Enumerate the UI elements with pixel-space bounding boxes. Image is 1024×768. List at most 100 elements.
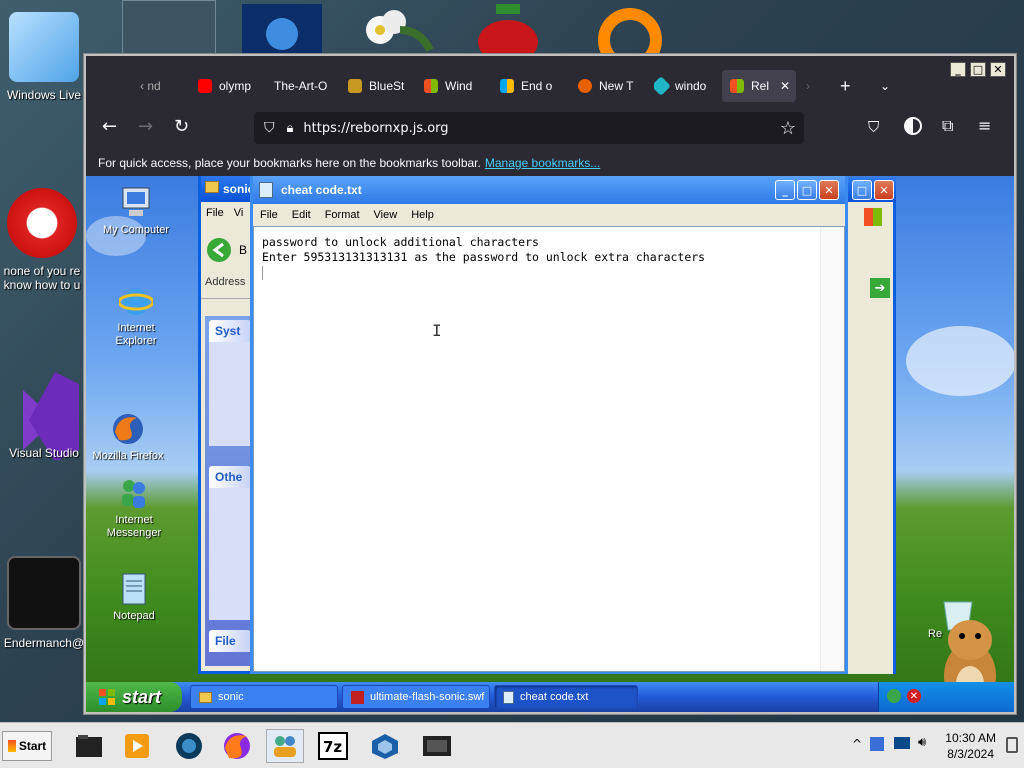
globe-icon[interactable]	[236, 0, 326, 58]
tab-strip: _ □ ✕ ‹ nd olymp The-Art-O BlueSt Wind E…	[86, 56, 1014, 108]
menu-icon[interactable]: ≡	[978, 116, 991, 135]
start-button[interactable]: Start	[2, 731, 52, 761]
menu-help[interactable]: Help	[404, 209, 441, 221]
menu-file[interactable]: File	[253, 209, 285, 221]
tab-8[interactable]: windo	[654, 70, 716, 102]
tab-scroll-right-icon[interactable]: ›	[806, 70, 820, 102]
windows-live-icon[interactable]: Windows Live	[2, 12, 86, 102]
bookmarks-toolbar: For quick access, place your bookmarks h…	[86, 150, 1014, 176]
tab-label: End o	[521, 79, 553, 93]
tab-4[interactable]: BlueSt	[348, 70, 410, 102]
tab-7[interactable]: New T	[578, 70, 636, 102]
internet-explorer-icon[interactable]: Internet Explorer	[96, 284, 176, 348]
tray-expand-icon[interactable]: ^	[852, 737, 862, 751]
notepad-minimize-button[interactable]: _	[775, 180, 795, 200]
go-arrow-icon[interactable]: ➔	[870, 278, 890, 298]
xp-start-button[interactable]: start	[86, 682, 182, 712]
network-tray-icon[interactable]	[870, 737, 884, 751]
menu-edit[interactable]: Edit	[285, 209, 318, 221]
folder-taskbar-icon[interactable]	[70, 729, 108, 763]
display-tray-icon[interactable]	[894, 737, 910, 749]
endermanch-icon[interactable]: Endermanch@	[2, 556, 86, 650]
tab-5[interactable]: Wind	[424, 70, 486, 102]
youtube-icon	[198, 79, 212, 93]
flower-icon[interactable]	[350, 0, 440, 58]
icon-label: none of you re know how to u	[3, 264, 81, 292]
text-caret	[262, 266, 263, 280]
notepad-title-bar[interactable]: cheat code.txt _ □ ✕	[253, 176, 845, 204]
game-icon[interactable]: none of you re know how to u	[2, 188, 82, 292]
menu-file[interactable]: File	[206, 207, 224, 219]
close-button[interactable]: ✕	[990, 62, 1006, 77]
explorer-back-button[interactable]: B	[205, 236, 247, 264]
reload-icon[interactable]: ↻	[174, 116, 189, 137]
7zip-icon[interactable]: 7z	[314, 729, 352, 763]
task-flash[interactable]: ultimate-flash-sonic.swf	[342, 685, 490, 709]
menu-view[interactable]: Vi	[234, 207, 244, 219]
tab-label: windo	[675, 79, 707, 93]
explorer-title-controls: □ ✕	[848, 178, 896, 202]
folder-icon[interactable]	[122, 0, 216, 58]
other-places-header[interactable]: Othe	[209, 466, 251, 488]
account-icon[interactable]	[904, 117, 922, 135]
forward-icon[interactable]: →	[138, 116, 153, 137]
folder-icon	[199, 691, 212, 703]
pocket-icon[interactable]: ⛉	[868, 118, 879, 136]
maximize-button[interactable]: □	[970, 62, 986, 77]
notepad-close-button[interactable]: ✕	[819, 180, 839, 200]
virtualbox-icon[interactable]	[366, 729, 404, 763]
url-bar[interactable]: ⛉ 🔒︎ https://rebornxp.js.org ☆	[254, 112, 804, 144]
notepad-icon[interactable]: Notepad	[94, 572, 174, 623]
mozilla-firefox-icon[interactable]: Mozilla Firefox	[88, 412, 168, 463]
explorer-close-button[interactable]: ✕	[874, 180, 894, 200]
notepad-menu-bar: File Edit Format View Help	[253, 204, 845, 226]
explorer-maximize-button[interactable]: □	[852, 180, 872, 200]
list-tabs-icon[interactable]: ⌄	[880, 70, 896, 102]
media-player-icon[interactable]	[118, 729, 156, 763]
clock[interactable]: 10:30 AM 8/3/2024	[945, 730, 996, 762]
manage-bookmarks-link[interactable]: Manage bookmarks...	[485, 156, 600, 170]
tab-active[interactable]: Rel ✕	[722, 70, 796, 102]
visual-studio-icon[interactable]: Visual Studio	[2, 370, 86, 460]
new-tab-icon[interactable]: +	[840, 70, 858, 102]
tab-1[interactable]: ‹ nd	[140, 70, 180, 102]
firefox-taskbar-icon[interactable]	[218, 729, 256, 763]
ie-icon	[119, 284, 153, 318]
my-computer-icon[interactable]: My Computer	[96, 186, 176, 237]
task-notepad[interactable]: cheat code.txt	[494, 685, 638, 709]
file-tasks-header[interactable]: File	[209, 630, 251, 652]
windows-icon	[424, 79, 438, 93]
notification-icon[interactable]	[1006, 737, 1018, 753]
security-alert-icon[interactable]: ✕	[907, 689, 921, 703]
back-icon[interactable]: ←	[102, 116, 117, 137]
notepad-text-area[interactable]: password to unlock additional characters…	[253, 226, 845, 672]
volume-icon[interactable]: 🔊︎	[918, 735, 926, 750]
internet-messenger-icon[interactable]: Internet Messenger	[94, 476, 174, 540]
users-icon[interactable]	[266, 729, 304, 763]
bookmark-star-icon[interactable]: ☆	[780, 118, 796, 139]
ring-icon[interactable]	[594, 0, 668, 58]
close-tab-icon[interactable]: ✕	[780, 79, 790, 93]
shield-icon[interactable]: ⛉	[264, 120, 275, 136]
task-sonic[interactable]: sonic	[190, 685, 338, 709]
notepad-maximize-button[interactable]: □	[797, 180, 817, 200]
messenger-icon	[117, 476, 151, 510]
tab-6[interactable]: End o	[500, 70, 562, 102]
extensions-icon[interactable]: ⧉	[942, 116, 953, 136]
terminal-taskbar-icon[interactable]	[418, 729, 456, 763]
menu-view[interactable]: View	[367, 209, 405, 221]
notepad-content[interactable]: password to unlock additional characters…	[262, 235, 705, 280]
messenger-tray-icon[interactable]	[887, 689, 901, 703]
system-tasks-header[interactable]: Syst	[209, 320, 251, 342]
menu-format[interactable]: Format	[318, 209, 367, 221]
minimize-button[interactable]: _	[950, 62, 966, 77]
url-text[interactable]: https://rebornxp.js.org	[303, 121, 448, 136]
tab-label: ‹ nd	[140, 79, 161, 93]
berry-icon[interactable]	[470, 0, 550, 58]
tab-2[interactable]: olymp	[198, 70, 260, 102]
tab-label: olymp	[219, 79, 252, 93]
sphere-icon[interactable]	[170, 729, 208, 763]
tab-3[interactable]: The-Art-O	[274, 70, 330, 102]
xp-desktop: My Computer Internet Explorer Mozilla Fi…	[86, 176, 1014, 712]
vertical-scrollbar[interactable]	[820, 227, 844, 671]
